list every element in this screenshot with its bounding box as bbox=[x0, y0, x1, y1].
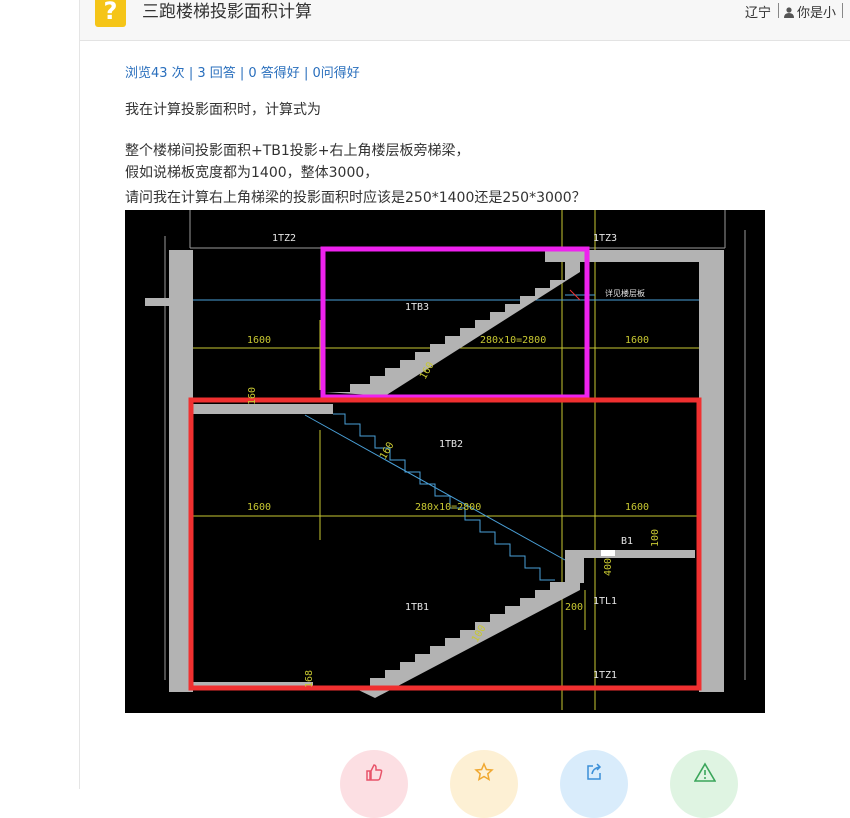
stats-separator: | bbox=[299, 66, 313, 81]
user-link[interactable]: 你是小 bbox=[784, 2, 836, 21]
label-floor-note: 详见楼层板 bbox=[605, 288, 645, 298]
action-bar bbox=[0, 750, 850, 818]
user-name: 你是小 bbox=[797, 6, 837, 21]
dim-160-b: 160 bbox=[247, 387, 258, 405]
favorite-button[interactable] bbox=[450, 750, 518, 818]
dim-168: 168 bbox=[304, 670, 315, 688]
answers-count[interactable]: 3 回答 bbox=[197, 66, 235, 81]
like-button[interactable] bbox=[340, 750, 408, 818]
views-count[interactable]: 浏览43 次 bbox=[125, 66, 185, 81]
dim-400: 400 bbox=[603, 558, 614, 576]
label-tb2: 1TB2 bbox=[439, 439, 463, 450]
dim-200: 200 bbox=[565, 602, 583, 613]
question-line-2: 假如说梯板宽度都为1400，整体3000， bbox=[125, 165, 379, 181]
region-link[interactable]: 辽宁 bbox=[745, 2, 771, 21]
dim-left-2: 1600 bbox=[247, 502, 271, 513]
stats-separator: | bbox=[184, 66, 198, 81]
stair-drawing-image[interactable]: 1TZ2 1TZ3 1TB3 1TB2 1TB1 B1 1TL1 1TZ1 16… bbox=[125, 210, 765, 713]
good-questions-count[interactable]: 0问得好 bbox=[312, 66, 359, 81]
label-tz3: 1TZ3 bbox=[593, 233, 617, 244]
question-stats: 浏览43 次 | 3 回答 | 0 答得好 | 0问得好 bbox=[125, 62, 360, 81]
dim-left-1: 1600 bbox=[247, 335, 271, 346]
question-intro: 我在计算投影面积时，计算式为 bbox=[125, 102, 321, 118]
question-header: ? 三跑楼梯投影面积计算 辽宁 你是小 bbox=[80, 0, 850, 41]
question-line-1: 整个楼梯间投影面积+TB1投影+右上角楼层板旁梯梁， bbox=[125, 143, 470, 159]
page-title: 三跑楼梯投影面积计算 bbox=[142, 2, 312, 22]
star-icon bbox=[474, 762, 494, 782]
dim-100-b: 100 bbox=[650, 529, 661, 547]
dim-mid-2: 280x10=2800 bbox=[415, 502, 481, 513]
stair-drawing: 1TZ2 1TZ3 1TB3 1TB2 1TB1 B1 1TL1 1TZ1 16… bbox=[125, 210, 765, 713]
user-icon bbox=[784, 7, 794, 18]
report-button[interactable] bbox=[670, 750, 738, 818]
divider bbox=[778, 3, 779, 18]
label-tb1: 1TB1 bbox=[405, 602, 429, 613]
question-line-3: 请问我在计算右上角梯梁的投影面积时应该是250*1400还是250*3000？ bbox=[125, 190, 586, 206]
stats-separator: | bbox=[235, 66, 249, 81]
dim-right-2: 1600 bbox=[625, 502, 649, 513]
divider bbox=[842, 3, 843, 18]
label-tz2: 1TZ2 bbox=[272, 233, 296, 244]
label-tz1: 1TZ1 bbox=[593, 670, 617, 681]
warning-icon bbox=[694, 762, 716, 782]
share-icon bbox=[587, 763, 602, 780]
question-mark-icon: ? bbox=[95, 0, 126, 27]
dim-right-1: 1600 bbox=[625, 335, 649, 346]
dim-mid-1: 280x10=2800 bbox=[480, 335, 546, 346]
share-button[interactable] bbox=[560, 750, 628, 818]
label-b1: B1 bbox=[621, 536, 633, 547]
label-tb3: 1TB3 bbox=[405, 302, 429, 313]
thumbs-up-icon bbox=[366, 764, 383, 781]
label-tl1: 1TL1 bbox=[593, 596, 617, 607]
left-gutter bbox=[0, 0, 80, 789]
good-answers-count[interactable]: 0 答得好 bbox=[248, 66, 299, 81]
